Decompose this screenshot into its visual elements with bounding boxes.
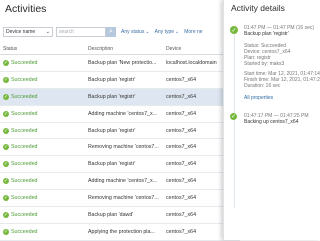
panel-title: Activity details xyxy=(231,3,285,13)
table-row[interactable]: ✓ Succeeded Backup plan 'registr' centos7_x… xyxy=(0,123,240,140)
status-text: Succeeded xyxy=(11,60,38,66)
device-cell: centos7_x64 xyxy=(166,110,197,117)
check-icon: ✓ xyxy=(3,93,9,100)
status-text: Succeeded xyxy=(11,144,38,151)
column-header-status[interactable]: Status xyxy=(3,46,17,52)
type-filter-label: Any type xyxy=(154,29,175,35)
chevron-down-icon: ⌄ xyxy=(45,29,50,35)
status-filter[interactable]: Any status ⌄ xyxy=(121,29,150,35)
device-cell: centos7_x64 xyxy=(166,93,197,100)
filter-bar: Device name ⌄ search ⌕ Any status ⌄ Any … xyxy=(3,26,203,38)
device-cell: centos7_x64 xyxy=(166,195,197,202)
column-header-description[interactable]: Description xyxy=(88,46,113,52)
check-icon: ✓ xyxy=(230,26,238,34)
status-text: Succeeded xyxy=(11,110,38,117)
table-row[interactable]: ✓ Succeeded Backup plan 'New protectio... l… xyxy=(0,55,240,72)
column-header-device[interactable]: Device xyxy=(166,46,181,52)
entry-started-by: Started by: maks3 xyxy=(244,61,285,67)
chevron-down-icon: ⌄ xyxy=(175,29,180,35)
activity-details-panel: Activity details ✓ 01:47 PM — 01:47 PM (… xyxy=(223,0,320,240)
table-row[interactable]: ✓ Succeeded Removing machine 'centos7... ce… xyxy=(0,190,240,208)
check-icon: ✓ xyxy=(3,144,9,151)
description-cell: Backup plan 'registr' xyxy=(88,127,136,134)
status-text: Succeeded xyxy=(11,212,38,219)
chevron-down-icon: ⌄ xyxy=(145,29,150,35)
table-row[interactable]: ✓ Succeeded Backup plan 'registr' centos7_x… xyxy=(0,156,240,174)
table-row[interactable]: ✓ Succeeded Adding machine 'centos7_x... ce… xyxy=(0,106,240,123)
device-cell: centos7_x64 xyxy=(166,127,197,134)
check-icon: ✓ xyxy=(3,228,9,235)
status-text: Succeeded xyxy=(11,93,38,100)
description-cell: Backup plan 'New protectio... xyxy=(88,60,157,66)
check-icon: ✓ xyxy=(3,127,9,134)
table-row[interactable]: ✓ Succeeded Backup plan 'registr' centos7_x… xyxy=(0,72,240,89)
check-icon: ✓ xyxy=(3,161,9,168)
status-text: Succeeded xyxy=(11,76,38,83)
description-cell: Removing machine 'centos7... xyxy=(88,195,159,202)
status-text: Succeeded xyxy=(11,228,38,235)
description-cell: Removing machine 'centos7... xyxy=(88,144,159,151)
table-row[interactable]: ✓ Succeeded Backup plan 'dawd' centos7_x64 xyxy=(0,207,240,224)
check-icon: ✓ xyxy=(3,178,9,185)
entry-duration: Duration: 16 sec xyxy=(244,83,281,89)
device-cell: centos7_x64 xyxy=(166,144,197,151)
status-text: Succeeded xyxy=(11,127,38,134)
status-text: Succeeded xyxy=(11,195,38,202)
device-cell: localhost.localdomain xyxy=(166,60,217,66)
search-button[interactable]: ⌕ xyxy=(106,27,116,37)
description-cell: Backup plan 'registr' xyxy=(88,161,136,168)
check-icon: ✓ xyxy=(3,60,9,66)
check-icon: ✓ xyxy=(3,212,9,219)
device-cell: centos7_x64 xyxy=(166,212,197,219)
description-cell: Backup plan 'dawd' xyxy=(88,212,134,219)
search-placeholder: search xyxy=(59,29,75,35)
description-cell: Backup plan 'registr' xyxy=(88,93,136,100)
more-filter-label: More ne xyxy=(184,29,203,35)
table-header: Status Description Device xyxy=(0,44,240,55)
activities-table: ✓ Succeeded Backup plan 'New protectio... l… xyxy=(0,55,240,241)
description-cell: Applying the protection pla... xyxy=(88,228,155,235)
more-filter[interactable]: More ne xyxy=(184,29,202,35)
status-text: Succeeded xyxy=(11,178,38,185)
device-name-select-label: Device name xyxy=(6,29,36,35)
check-icon: ✓ xyxy=(3,76,9,83)
table-row[interactable]: ✓ Succeeded Adding machine 'centos7_x... ce… xyxy=(0,173,240,191)
check-icon: ✓ xyxy=(3,195,9,202)
table-row-selected[interactable]: ✓ Succeeded Backup plan 'registr' centos7_x… xyxy=(0,88,240,106)
search-input[interactable]: search xyxy=(56,27,106,37)
status-filter-label: Any status xyxy=(121,29,145,35)
entry-name: Backup plan 'registr' xyxy=(244,31,289,37)
table-row[interactable]: ✓ Succeeded Applying the protection pla...… xyxy=(0,224,240,241)
description-cell: Adding machine 'centos7_x... xyxy=(88,178,158,185)
description-cell: Backup plan 'registr' xyxy=(88,76,136,83)
device-cell: centos7_x64 xyxy=(166,76,197,83)
all-properties-link[interactable]: All properties xyxy=(244,95,273,101)
status-text: Succeeded xyxy=(11,161,38,168)
device-cell: centos7_x64 xyxy=(166,178,197,185)
table-row[interactable]: ✓ Succeeded Removing machine 'centos7... ce… xyxy=(0,139,240,157)
device-name-select[interactable]: Device name ⌄ xyxy=(3,27,53,37)
device-cell: centos7_x64 xyxy=(166,228,197,235)
description-cell: Adding machine 'centos7_x... xyxy=(88,110,158,117)
check-icon: ✓ xyxy=(230,113,237,120)
page-title: Activities xyxy=(5,3,47,15)
check-icon: ✓ xyxy=(3,110,9,117)
search-icon: ⌕ xyxy=(109,28,113,35)
device-cell: centos7_x64 xyxy=(166,161,197,168)
type-filter[interactable]: Any type ⌄ xyxy=(155,29,180,35)
entry-name: Backing up centos7_x64 xyxy=(244,119,299,125)
